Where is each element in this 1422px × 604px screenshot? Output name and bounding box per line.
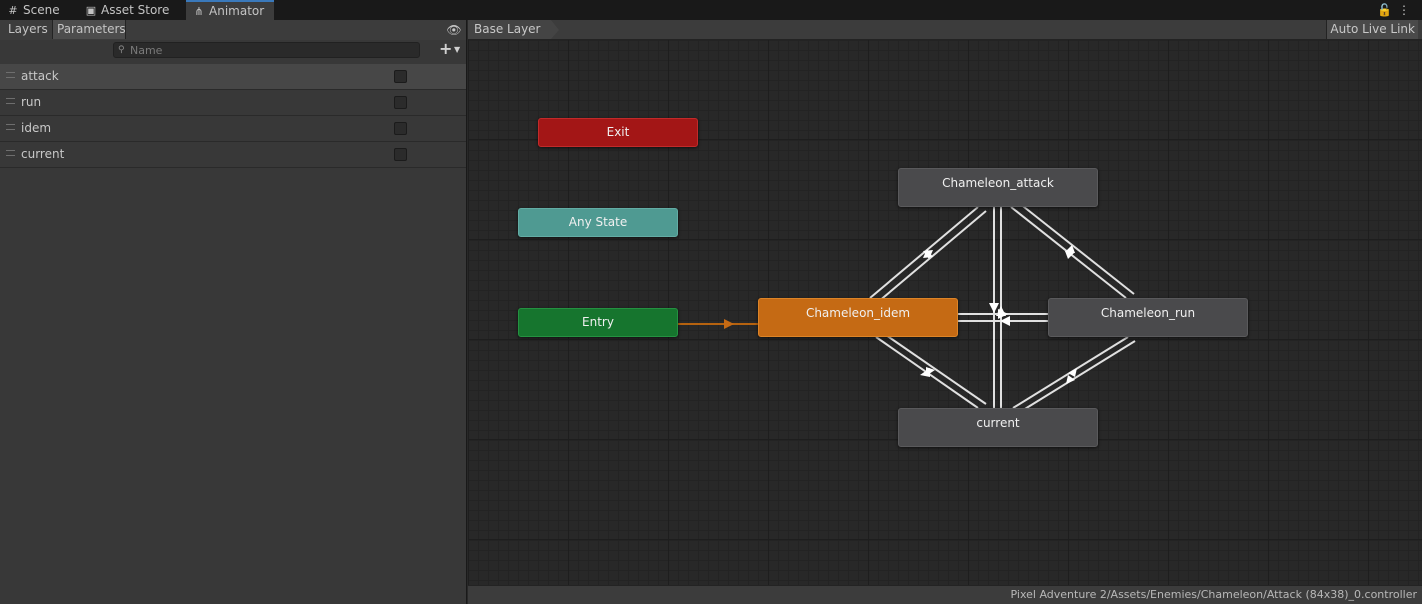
drag-handle-icon[interactable]	[6, 124, 15, 130]
state-chameleon-attack[interactable]: Chameleon_attack	[898, 168, 1098, 207]
plus-icon: +	[439, 39, 453, 58]
exit-node[interactable]: Exit	[538, 118, 698, 147]
animator-icon: ⋔	[194, 5, 204, 18]
state-machine-graph[interactable]: Exit Any State Entry Chameleon_idem Cham…	[468, 40, 1422, 585]
search-icon: ⚲	[118, 45, 125, 55]
parameter-name: idem	[21, 121, 52, 135]
search-box[interactable]: ⚲	[113, 42, 420, 58]
breadcrumb-base-layer[interactable]: Base Layer	[468, 20, 558, 39]
transition-idem-current[interactable]	[875, 332, 987, 409]
parameter-checkbox[interactable]	[394, 148, 407, 161]
parameter-name: attack	[21, 69, 59, 83]
tab-animator-label: Animator	[209, 4, 265, 18]
window-tools: 🔓⋮	[1377, 0, 1416, 20]
parameter-checkbox[interactable]	[394, 122, 407, 135]
any-state-node[interactable]: Any State	[518, 208, 678, 237]
window-tab-bar: # Scene ▣ Asset Store ⋔ Animator 🔓⋮	[0, 0, 1422, 20]
state-chameleon-idem[interactable]: Chameleon_idem	[758, 298, 958, 337]
status-bar: Pixel Adventure 2/Assets/Enemies/Chamele…	[468, 585, 1422, 604]
transition-current-run[interactable]	[1012, 336, 1136, 413]
tab-asset-store-label: Asset Store	[101, 3, 170, 17]
add-parameter-button[interactable]: + ▼	[437, 39, 465, 59]
transition-attack-run[interactable]	[1010, 202, 1135, 299]
search-row: ⚲ +▼	[0, 40, 466, 60]
search-input[interactable]	[130, 43, 415, 57]
parameter-row-current[interactable]: current	[0, 142, 466, 168]
auto-live-link-button[interactable]: Auto Live Link	[1326, 20, 1418, 39]
entry-node[interactable]: Entry	[518, 308, 678, 337]
parameter-name: current	[21, 147, 65, 161]
transition-idem-attack[interactable]	[869, 206, 987, 303]
graph-header: Base Layer Auto Live Link	[468, 20, 1422, 40]
parameter-row-idem[interactable]: idem	[0, 116, 466, 142]
drag-handle-icon[interactable]	[6, 72, 15, 78]
transition-entry-to-idem[interactable]	[678, 319, 758, 329]
tab-parameters[interactable]: Parameters	[52, 20, 126, 39]
state-current[interactable]: current	[898, 408, 1098, 447]
drag-handle-icon[interactable]	[6, 150, 15, 156]
kebab-menu-icon[interactable]: ⋮	[1398, 3, 1416, 17]
parameter-checkbox[interactable]	[394, 96, 407, 109]
transition-attack-current[interactable]	[989, 207, 1006, 408]
controller-path: Pixel Adventure 2/Assets/Enemies/Chamele…	[1010, 588, 1417, 601]
grid-icon: #	[8, 4, 18, 17]
lock-icon[interactable]: 🔓	[1377, 3, 1398, 17]
shopping-bag-icon: ▣	[85, 4, 97, 17]
drag-handle-icon[interactable]	[6, 98, 15, 104]
chevron-down-icon: ▼	[454, 45, 461, 54]
panel-toolbar: Layers Parameters 👁	[0, 20, 466, 41]
parameters-panel: Layers Parameters 👁 ⚲ +▼ attack run idem	[0, 20, 467, 604]
tab-layers[interactable]: Layers	[4, 20, 52, 39]
parameter-row-attack[interactable]: attack	[0, 64, 466, 90]
parameter-name: run	[21, 95, 42, 109]
tab-scene[interactable]: # Scene	[6, 0, 72, 20]
tab-scene-label: Scene	[23, 3, 60, 17]
parameter-row-run[interactable]: run	[0, 90, 466, 116]
eye-icon[interactable]: 👁	[446, 21, 462, 39]
transition-idem-run[interactable]	[958, 309, 1048, 326]
parameter-checkbox[interactable]	[394, 70, 407, 83]
tab-asset-store[interactable]: ▣ Asset Store	[84, 0, 180, 20]
parameter-list: attack run idem current	[0, 64, 466, 168]
tab-animator[interactable]: ⋔ Animator	[186, 0, 274, 20]
state-chameleon-run[interactable]: Chameleon_run	[1048, 298, 1248, 337]
